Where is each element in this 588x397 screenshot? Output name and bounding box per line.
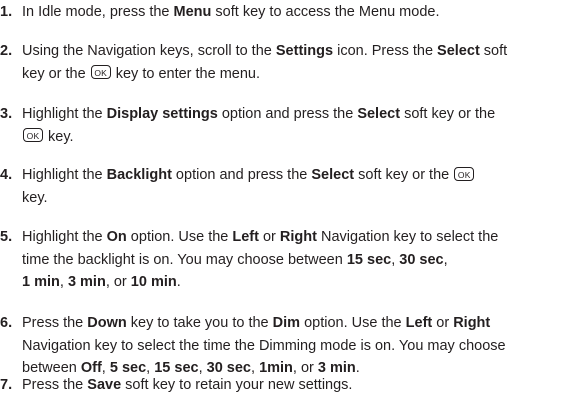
- bold-term: 3 min: [67, 274, 106, 290]
- text-segment: In Idle mode, press the: [22, 4, 174, 20]
- step-text: Highlight the Display settings option an…: [22, 103, 588, 148]
- text-line: OK key.: [22, 126, 588, 149]
- text-line: time the backlight is on. You may choose…: [22, 249, 588, 272]
- bold-term: 1 min: [22, 274, 60, 290]
- text-segment: ,: [443, 251, 448, 268]
- ok-key-icon: OK: [23, 128, 43, 143]
- text-segment: option and press the: [217, 106, 358, 122]
- text-segment: soft: [479, 43, 508, 59]
- step-text: In Idle mode, press the Menu soft key to…: [22, 1, 588, 24]
- text-segment: Highlight the: [22, 167, 107, 183]
- step-number: 1.: [0, 4, 13, 20]
- bold-term: Right: [453, 315, 491, 331]
- text-segment: key or the: [22, 65, 90, 82]
- text-segment: Navigation key to select the: [316, 229, 499, 245]
- bold-term: Save: [87, 377, 122, 393]
- text-line: Highlight the On option. Use the Left or…: [22, 226, 588, 249]
- text-segment: option. Use the: [300, 315, 406, 331]
- text-segment: soft key to access the Menu mode.: [211, 4, 440, 20]
- text-segment: option. Use the: [126, 229, 233, 245]
- text-segment: key.: [44, 128, 74, 145]
- bold-term: Select: [357, 106, 401, 122]
- bold-term: Left: [232, 229, 259, 245]
- bold-term: Settings: [275, 43, 334, 59]
- bold-term: Right: [279, 229, 317, 245]
- text-line: key or the OK key to enter the menu.: [22, 63, 588, 86]
- text-segment: time the backlight is on. You may choose…: [22, 251, 347, 268]
- text-segment: ,: [59, 274, 68, 290]
- text-line: Using the Navigation keys, scroll to the…: [22, 40, 588, 63]
- text-segment: or: [432, 315, 454, 331]
- text-segment: key to take you to the: [126, 315, 273, 331]
- step-number: 2.: [0, 43, 13, 59]
- ok-key-icon: OK: [90, 65, 111, 80]
- text-segment: option and press the: [171, 167, 312, 183]
- bold-term: Backlight: [106, 167, 172, 183]
- step-number: 6.: [0, 315, 13, 331]
- text-line: 1 min, 3 min, or 10 min.: [22, 271, 588, 294]
- bold-term: Select: [311, 167, 355, 183]
- text-segment: Using the Navigation keys, scroll to the: [22, 43, 276, 59]
- bold-term: 15 sec: [346, 251, 392, 268]
- bold-term: Select: [437, 43, 480, 59]
- text-segment: Highlight the: [22, 229, 107, 245]
- step-text: Highlight the On option. Use the Left or…: [22, 226, 588, 294]
- text-segment: or: [258, 229, 280, 245]
- text-line: In Idle mode, press the Menu soft key to…: [22, 1, 588, 24]
- bold-term: Left: [405, 315, 433, 331]
- step-text: Press the Save soft key to retain your n…: [22, 374, 588, 397]
- step-text: Press the Down key to take you to the Di…: [22, 312, 588, 380]
- text-line: key.: [22, 187, 588, 210]
- text-line: Press the Save soft key to retain your n…: [22, 374, 588, 397]
- text-line: Navigation key to select the time the Di…: [22, 335, 588, 358]
- text-segment: Press the: [22, 377, 88, 393]
- bold-term: Menu: [173, 4, 212, 20]
- text-segment: soft key or the: [354, 167, 454, 183]
- text-segment: soft key or the: [400, 106, 496, 122]
- bold-term: 10 min: [130, 274, 177, 290]
- step-text: Highlight the Backlight option and press…: [22, 164, 588, 209]
- text-segment: key.: [22, 189, 48, 206]
- text-line: Press the Down key to take you to the Di…: [22, 312, 588, 335]
- bold-term: 30 sec: [399, 251, 444, 268]
- ok-key-icon: OK: [454, 166, 475, 181]
- bold-term: Dim: [272, 315, 301, 331]
- bold-term: Down: [87, 315, 127, 331]
- text-segment: icon. Press the: [333, 43, 438, 59]
- step-number: 7.: [0, 377, 13, 393]
- step-number: 4.: [0, 167, 13, 183]
- bold-term: On: [106, 229, 127, 245]
- text-segment: Highlight the: [22, 106, 107, 122]
- text-segment: key to enter the menu.: [111, 65, 261, 82]
- text-segment: Navigation key to select the time the Di…: [22, 337, 506, 354]
- bold-term: Display settings: [106, 106, 218, 122]
- text-segment: soft key to retain your new settings.: [121, 377, 353, 393]
- text-line: Highlight the Display settings option an…: [22, 103, 588, 126]
- text-line: Highlight the Backlight option and press…: [22, 164, 588, 187]
- step-number: 5.: [0, 229, 13, 245]
- step-text: Using the Navigation keys, scroll to the…: [22, 40, 588, 85]
- text-segment: Press the: [22, 315, 88, 331]
- text-segment: .: [176, 274, 181, 290]
- step-number: 3.: [0, 106, 13, 122]
- text-segment: , or: [105, 274, 131, 290]
